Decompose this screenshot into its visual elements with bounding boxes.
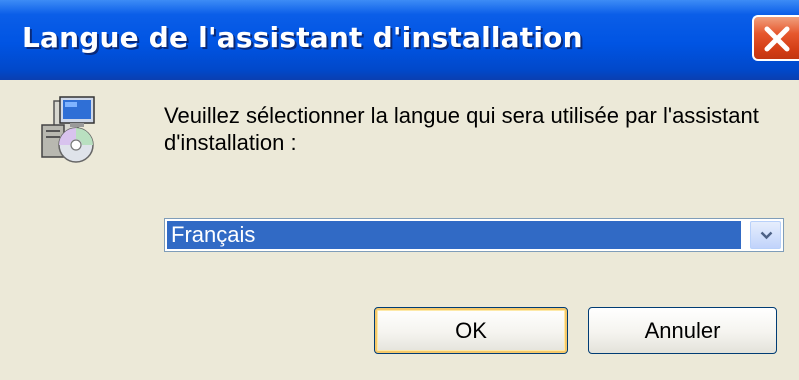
title-bar[interactable]: Langue de l'assistant d'installation — [0, 0, 799, 80]
dropdown-button[interactable] — [750, 221, 781, 249]
language-select[interactable]: Français — [164, 218, 784, 252]
ok-button[interactable]: OK — [374, 307, 568, 354]
selected-language: Français — [167, 221, 741, 249]
close-button[interactable] — [752, 15, 799, 61]
close-icon — [764, 26, 790, 52]
cancel-button[interactable]: Annuler — [588, 307, 777, 354]
chevron-down-icon — [760, 231, 773, 240]
dialog-body: Veuillez sélectionner la langue qui sera… — [0, 80, 799, 380]
dialog-title: Langue de l'assistant d'installation — [22, 21, 583, 54]
instruction-text: Veuillez sélectionner la langue qui sera… — [164, 103, 759, 155]
setup-installer-icon — [41, 96, 95, 163]
